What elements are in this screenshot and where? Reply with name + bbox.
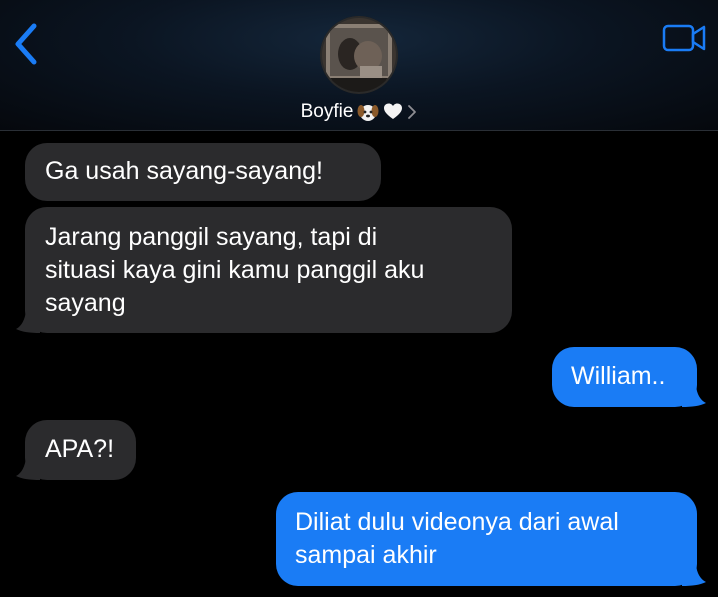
contact-name-button[interactable]: Boyfie <box>0 98 718 126</box>
message-text: Ga usah sayang-sayang! <box>45 157 323 185</box>
avatar-photo <box>320 16 398 94</box>
message-bubble-incoming[interactable]: APA?! <box>25 420 136 480</box>
white-heart-emoji <box>383 102 403 122</box>
contact-avatar[interactable] <box>320 16 398 94</box>
message-bubble-incoming[interactable]: Jarang panggil sayang, tapi di situasi k… <box>25 207 512 333</box>
video-camera-icon <box>662 24 706 52</box>
video-call-button[interactable] <box>660 20 710 56</box>
bubble-tail <box>16 458 40 480</box>
message-line: situasi kaya gini kamu panggil aku <box>45 256 425 284</box>
bubble-tail <box>682 386 706 407</box>
message-line: sayang <box>45 289 126 317</box>
message-bubble-outgoing[interactable]: Diliat dulu videonya dari awal sampai ak… <box>276 492 697 586</box>
message-text: William.. <box>571 362 666 390</box>
message-line: Diliat dulu videonya dari awal <box>295 508 619 536</box>
bubble-tail <box>16 311 40 333</box>
chevron-right-icon <box>407 104 417 120</box>
chevron-left-icon <box>15 23 37 65</box>
message-text: APA?! <box>45 435 115 463</box>
message-bubble-incoming[interactable]: Ga usah sayang-sayang! <box>25 143 381 201</box>
conversation-header: Boyfie <box>0 0 718 131</box>
back-button[interactable] <box>8 20 48 68</box>
message-line: sampai akhir <box>295 541 437 569</box>
message-bubble-outgoing[interactable]: William.. <box>552 347 697 407</box>
chat-screen: Boyfie Ga usah sayang-sayang! Jarang pan… <box>0 0 718 597</box>
bubble-tail <box>682 565 706 586</box>
contact-name: Boyfie <box>300 101 354 122</box>
message-line: Jarang panggil sayang, tapi di <box>45 223 378 251</box>
dog-face-emoji <box>357 101 379 123</box>
